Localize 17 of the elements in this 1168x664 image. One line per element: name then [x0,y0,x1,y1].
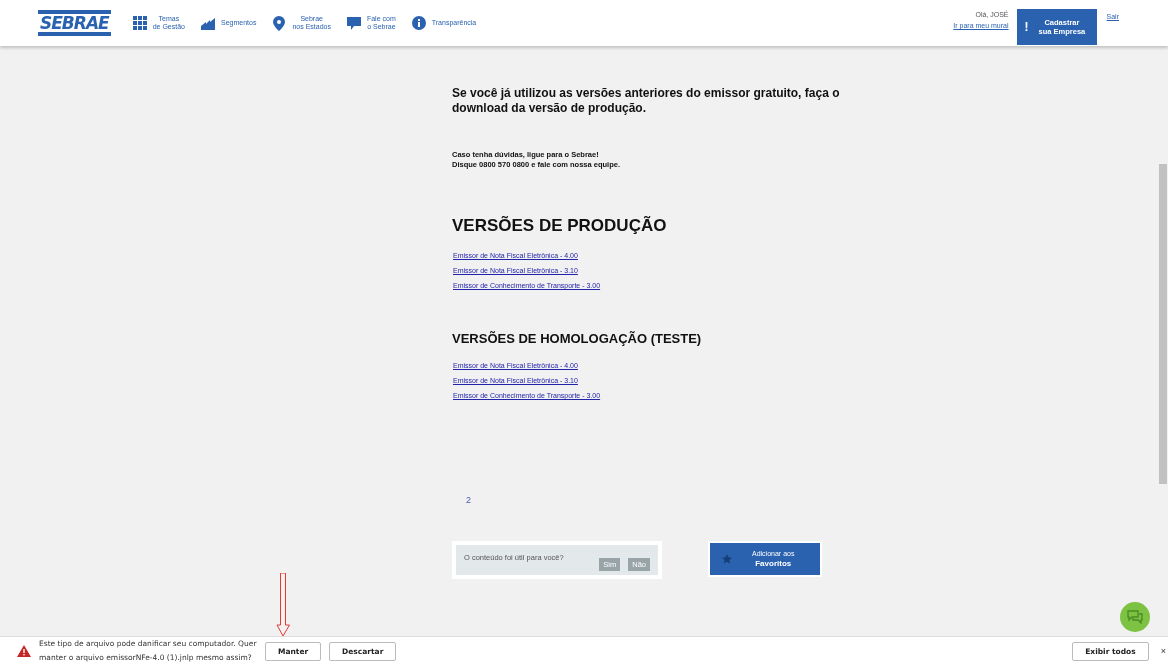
page-number: 2 [466,495,472,505]
info-icon [411,15,426,31]
grid-icon [132,15,147,31]
pin-icon [272,15,287,31]
chat-icon [346,15,361,31]
section-heading: VERSÕES DE PRODUÇÃO [452,216,668,236]
arrow-annotation [276,573,290,637]
scrollbar-thumb[interactable] [1159,164,1167,484]
warning-icon [17,645,31,657]
sebrae-logo[interactable]: SEBRAE [38,10,111,36]
section-heading: VERSÕES DE HOMOLOGAÇÃO (TESTE) [452,331,703,346]
star-icon [722,554,732,564]
intro-text: Se você já utilizou as versões anteriores do emissor gratuito, faça o download da versão de produção. [452,86,841,116]
chat-button[interactable] [1120,602,1150,632]
chat-bubble-icon [1127,610,1143,624]
close-button[interactable]: × [1156,646,1168,656]
chart-icon [201,15,215,31]
